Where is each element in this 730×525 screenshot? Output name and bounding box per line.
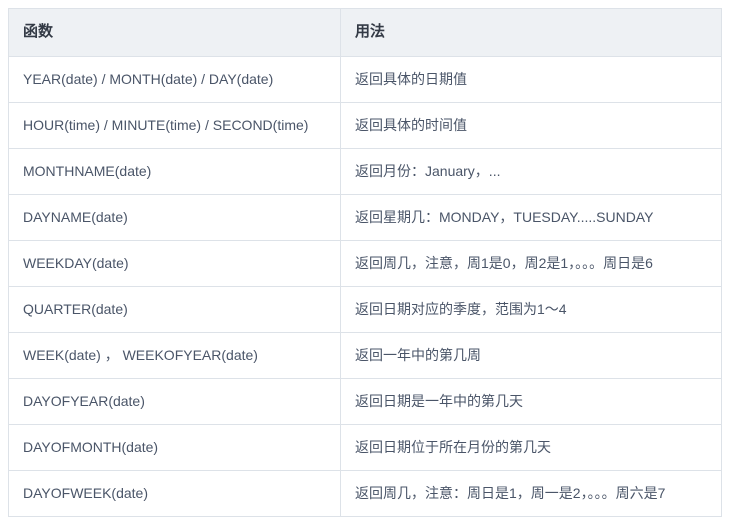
cell-function: DAYOFMONTH(date): [9, 424, 341, 470]
cell-usage: 返回日期位于所在月份的第几天: [341, 424, 722, 470]
cell-usage: 返回日期对应的季度，范围为1～4: [341, 286, 722, 332]
cell-usage: 返回周几，注意：周日是1，周一是2，。。。周六是7: [341, 470, 722, 516]
cell-function: QUARTER(date): [9, 286, 341, 332]
cell-usage: 返回具体的日期值: [341, 56, 722, 102]
cell-function: WEEK(date) ， WEEKOFYEAR(date): [9, 332, 341, 378]
cell-usage: 返回具体的时间值: [341, 102, 722, 148]
table-row: MONTHNAME(date) 返回月份：January，...: [9, 148, 722, 194]
cell-function: WEEKDAY(date): [9, 240, 341, 286]
cell-usage: 返回月份：January，...: [341, 148, 722, 194]
table-row: DAYNAME(date) 返回星期几：MONDAY，TUESDAY.....S…: [9, 194, 722, 240]
table-row: WEEK(date) ， WEEKOFYEAR(date) 返回一年中的第几周: [9, 332, 722, 378]
functions-table: 函数 用法 YEAR(date) / MONTH(date) / DAY(dat…: [8, 8, 722, 517]
cell-function: DAYNAME(date): [9, 194, 341, 240]
cell-function: MONTHNAME(date): [9, 148, 341, 194]
table-row: DAYOFMONTH(date) 返回日期位于所在月份的第几天: [9, 424, 722, 470]
table-row: WEEKDAY(date) 返回周几，注意，周1是0，周2是1，。。。周日是6: [9, 240, 722, 286]
cell-function: YEAR(date) / MONTH(date) / DAY(date): [9, 56, 341, 102]
table-row: DAYOFWEEK(date) 返回周几，注意：周日是1，周一是2，。。。周六是…: [9, 470, 722, 516]
cell-usage: 返回星期几：MONDAY，TUESDAY.....SUNDAY: [341, 194, 722, 240]
cell-usage: 返回一年中的第几周: [341, 332, 722, 378]
cell-function: DAYOFWEEK(date): [9, 470, 341, 516]
cell-usage: 返回日期是一年中的第几天: [341, 378, 722, 424]
table-row: YEAR(date) / MONTH(date) / DAY(date) 返回具…: [9, 56, 722, 102]
header-function: 函数: [9, 9, 341, 57]
cell-usage: 返回周几，注意，周1是0，周2是1，。。。周日是6: [341, 240, 722, 286]
table-row: QUARTER(date) 返回日期对应的季度，范围为1～4: [9, 286, 722, 332]
cell-function: HOUR(time) / MINUTE(time) / SECOND(time): [9, 102, 341, 148]
cell-function: DAYOFYEAR(date): [9, 378, 341, 424]
table-row: HOUR(time) / MINUTE(time) / SECOND(time)…: [9, 102, 722, 148]
table-header-row: 函数 用法: [9, 9, 722, 57]
table-row: DAYOFYEAR(date) 返回日期是一年中的第几天: [9, 378, 722, 424]
header-usage: 用法: [341, 9, 722, 57]
